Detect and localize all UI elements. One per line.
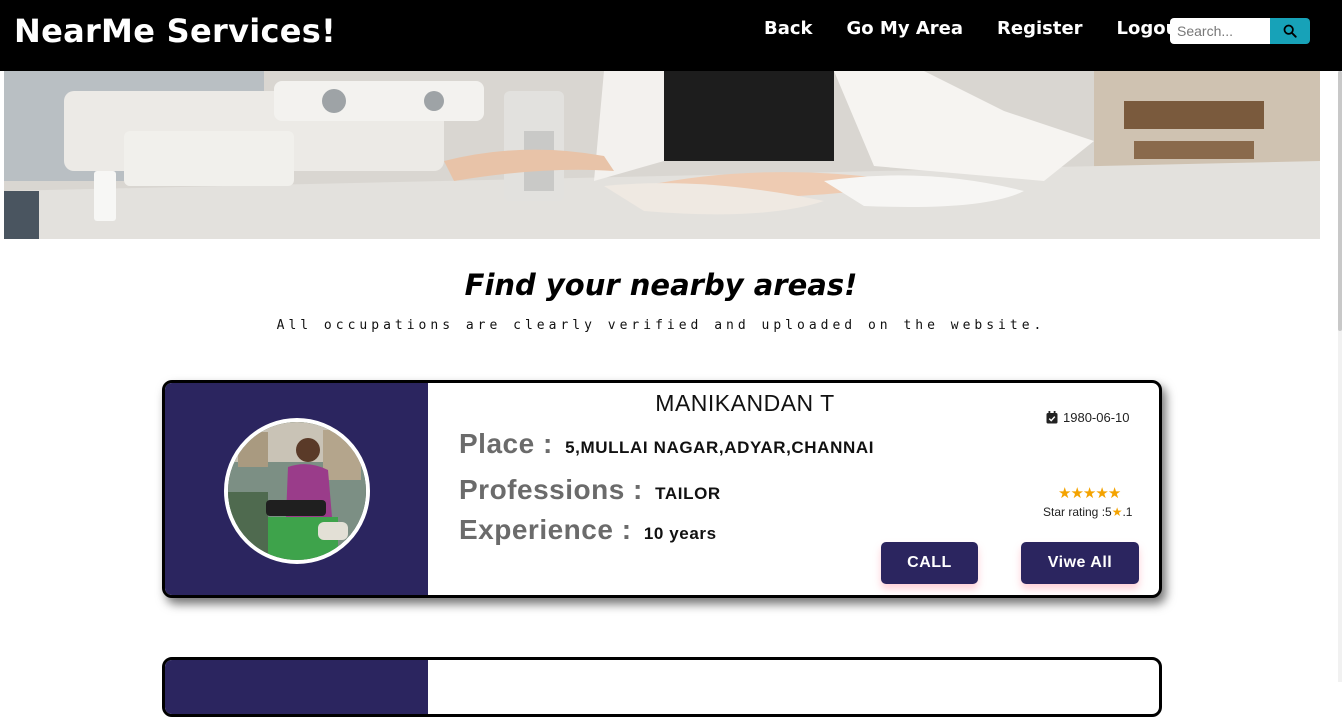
place-label: Place :	[459, 428, 553, 459]
search-form	[1170, 18, 1310, 44]
search-input[interactable]	[1170, 18, 1270, 44]
calendar-icon	[1046, 411, 1058, 424]
brand-logo[interactable]: NearMe Services!	[14, 12, 336, 50]
scrollbar-thumb[interactable]	[1338, 71, 1342, 331]
page-title: Find your nearby areas!	[464, 268, 858, 302]
star-icon: ★	[1111, 505, 1123, 519]
star-rating-icons: ★★★★★	[1058, 484, 1121, 502]
worker-date: 1980-06-10	[1046, 410, 1130, 425]
search-button[interactable]	[1270, 18, 1310, 44]
star-icon: ★	[1070, 484, 1083, 502]
call-button[interactable]: CALL	[881, 542, 978, 584]
page-subtitle: All occupations are clearly verified and…	[276, 318, 1046, 333]
navbar: NearMe Services! Back Go My Area Registe…	[0, 0, 1342, 71]
experience-label: Experience :	[459, 514, 632, 545]
profession-field: Professions : TAILOR	[459, 474, 721, 506]
star-rating-label: Star rating :5	[1043, 505, 1112, 519]
star-icon: ★	[1107, 484, 1121, 502]
avatar-photo	[228, 422, 366, 560]
place-value: 5,MULLAI NAGAR,ADYAR,CHANNAI	[565, 438, 875, 457]
search-icon	[1283, 24, 1297, 38]
star-rating-text: Star rating :5★.1	[1043, 505, 1132, 519]
card-profile-panel	[165, 383, 428, 595]
experience-value: 10 years	[643, 524, 717, 543]
profession-value: TAILOR	[655, 484, 721, 503]
nav-link-register[interactable]: Register	[997, 18, 1083, 39]
worker-date-value: 1980-06-10	[1063, 410, 1130, 425]
page-scrollbar[interactable]	[1338, 71, 1342, 682]
star-icon: ★	[1082, 484, 1096, 502]
avatar	[224, 418, 370, 564]
nav-link-go-my-area[interactable]: Go My Area	[847, 18, 963, 39]
experience-field: Experience : 10 years	[459, 514, 717, 546]
profession-label: Professions :	[459, 474, 643, 505]
star-icon: ★	[1058, 484, 1071, 502]
hero-illustration	[4, 71, 1320, 239]
service-card	[162, 657, 1162, 717]
nav-link-back[interactable]: Back	[764, 18, 813, 39]
hero-banner-image	[4, 71, 1320, 239]
worker-name: MANIKANDAN T	[655, 390, 835, 416]
star-icon: ★	[1095, 484, 1108, 502]
nav-links: Back Go My Area Register Logout	[764, 18, 1221, 39]
view-all-button[interactable]: Viwe All	[1021, 542, 1139, 584]
star-rating-suffix: .1	[1122, 505, 1133, 519]
card-profile-panel	[165, 660, 428, 714]
place-field: Place : 5,MULLAI NAGAR,ADYAR,CHANNAI	[459, 428, 874, 460]
